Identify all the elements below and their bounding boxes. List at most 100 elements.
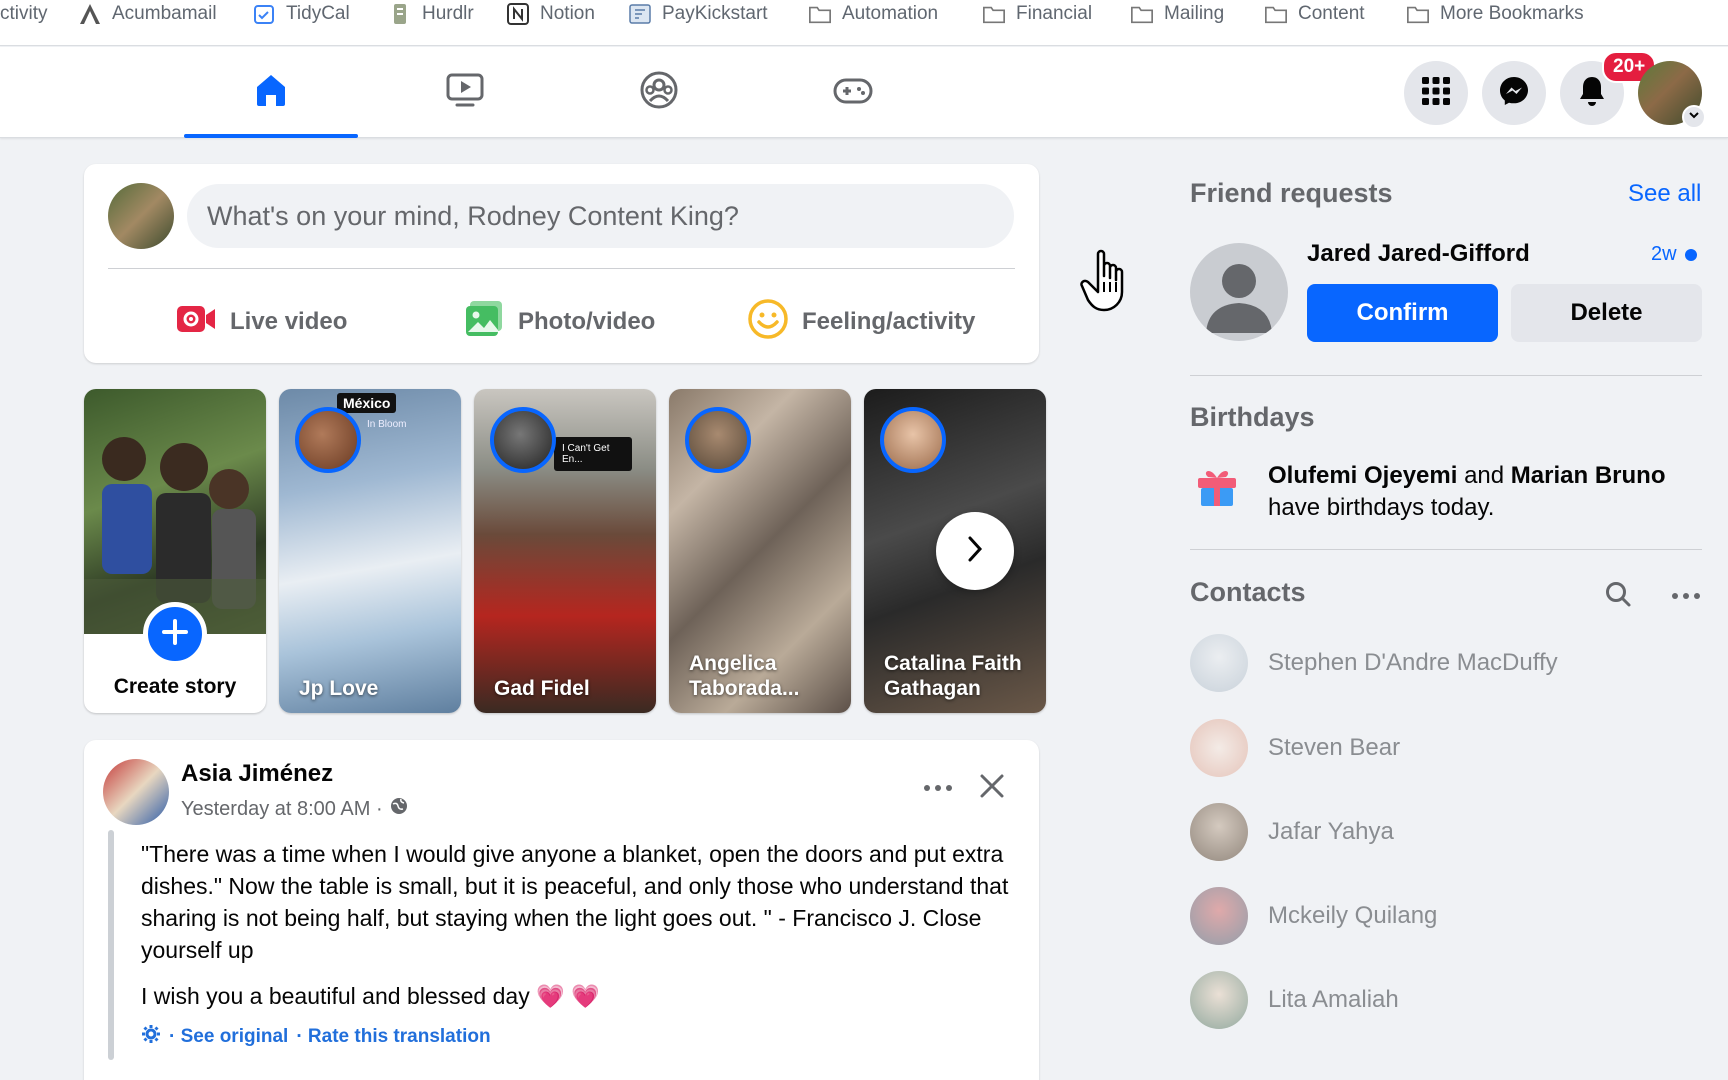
contact-item[interactable]: Lita Amaliah [1190,968,1710,1032]
chevron-right-icon [964,534,986,569]
contact-item[interactable]: Mckeily Quilang [1190,884,1710,948]
post-more-button[interactable] [916,766,960,810]
unread-dot [1684,248,1697,261]
quote-bar [108,830,114,1060]
globe-icon [389,796,409,822]
live-video-icon [176,303,216,342]
contact-item[interactable]: Stephen D'Andre MacDuffy [1190,631,1710,695]
plus-icon [161,618,189,651]
birthday-name-1[interactable]: Olufemi Ojeyemi [1268,462,1457,489]
story-avatar-ring [880,407,946,473]
rate-translation-link[interactable]: · Rate this translation [296,1026,490,1048]
live-video-button[interactable]: Live video [176,292,347,352]
contact-avatar [1190,634,1248,692]
contact-item[interactable]: Jafar Yahya [1190,800,1710,864]
post-author-avatar[interactable] [103,759,169,825]
create-story-label: Create story [113,675,237,698]
bookmark-folder-more[interactable]: More Bookmarks [1406,0,1584,28]
contacts-search-button[interactable] [1600,578,1636,614]
contact-avatar [1190,803,1248,861]
see-original-link[interactable]: · See original [169,1026,288,1048]
gear-icon [141,1024,161,1050]
contact-name: Jafar Yahya [1268,818,1394,845]
contact-avatar [1190,887,1248,945]
tab-video[interactable] [378,47,552,138]
contacts-more-button[interactable] [1666,578,1706,614]
delete-button[interactable]: Delete [1511,284,1702,342]
tab-home[interactable] [184,47,358,138]
search-icon [1604,580,1632,613]
tidycal-icon [252,3,276,25]
friend-requests-heading: Friend requests [1190,178,1393,208]
section-divider [1190,375,1702,376]
post-author-name[interactable]: Asia Jiménez [181,760,333,788]
confirm-button[interactable]: Confirm [1307,284,1498,342]
story-author-name: Catalina Faith Gathagan [884,652,1022,700]
messenger-button[interactable] [1482,61,1546,125]
translation-links: · See original · Rate this translation [141,1024,491,1050]
contact-avatar [1190,971,1248,1029]
notion-icon [506,3,530,25]
tab-gaming[interactable] [766,47,940,138]
account-menu-button[interactable] [1682,105,1706,129]
bookmark-folder-financial[interactable]: Financial [982,0,1092,28]
bookmark-tidycal[interactable]: TidyCal [252,0,350,28]
tab-groups[interactable] [572,47,746,138]
create-story-plus-button[interactable] [143,602,207,666]
grid-menu-icon [1420,75,1452,112]
post-hide-button[interactable] [970,766,1014,810]
my-avatar[interactable] [108,183,174,249]
bell-icon [1577,75,1607,112]
story-overlay-text: México [337,393,397,413]
hurdlr-icon [388,3,412,25]
story-overlay-caption: In Bloom [367,419,407,430]
smiley-icon [748,298,788,346]
section-divider [1190,549,1702,550]
photo-video-button[interactable]: Photo/video [464,292,655,352]
menu-button[interactable] [1404,61,1468,125]
stories-next-button[interactable] [936,512,1014,590]
acumbamail-icon [78,3,102,25]
contact-item[interactable]: Steven Bear [1190,716,1710,780]
contact-avatar [1190,719,1248,777]
messenger-icon [1498,75,1530,112]
story-avatar-ring [490,407,556,473]
birthday-name-2[interactable]: Marian Bruno [1511,462,1666,489]
whats-on-your-mind-input[interactable]: What's on your mind, Rodney Content King… [187,184,1014,248]
feeling-activity-button[interactable]: Feeling/activity [748,292,975,352]
bookmark-hurdlr[interactable]: Hurdlr [388,0,474,28]
story-overlay-caption: I Can't Get En... [554,437,632,471]
close-icon [979,773,1005,804]
request-name[interactable]: Jared Jared-Gifford [1307,240,1530,268]
chevron-down-icon [1688,108,1700,126]
story-card[interactable]: I Can't Get En... Gad Fidel [474,389,656,713]
story-author-name: Gad Fidel [494,677,590,700]
bookmark-folder-automation[interactable]: Automation [808,0,938,28]
bookmark-notion[interactable]: Notion [506,0,595,28]
bookmark-paykickstart[interactable]: PayKickstart [628,0,768,28]
post-text-wish: I wish you a beautiful and blessed day 💗… [141,983,600,1009]
post-composer: What's on your mind, Rodney Content King… [84,164,1039,363]
bookmark-activity[interactable]: ctivity [0,0,48,28]
birthdays-heading: Birthdays [1190,402,1315,432]
folder-icon [808,3,832,25]
bookmark-folder-mailing[interactable]: Mailing [1130,0,1224,28]
more-horizontal-icon [923,779,953,797]
request-avatar[interactable] [1190,243,1288,341]
home-icon [251,70,291,115]
story-avatar-ring [685,407,751,473]
bookmark-acumbamail[interactable]: Acumbamail [78,0,217,28]
photo-icon [464,300,504,345]
story-card[interactable]: Angelica Taborada... [669,389,851,713]
composer-divider [108,268,1015,269]
post-timestamp[interactable]: Yesterday at 8:00 AM · [181,796,409,822]
create-story-card[interactable]: Create story [84,389,266,713]
story-author-name: Angelica Taborada... [689,652,800,700]
story-author-name: Jp Love [299,677,379,700]
bookmark-folder-content[interactable]: Content [1264,0,1365,28]
hand-cursor-icon [1078,246,1142,314]
groups-icon [639,70,679,115]
story-card[interactable]: México In Bloom Jp Love [279,389,461,713]
contact-name: Lita Amaliah [1268,986,1399,1013]
see-all-link[interactable]: See all [1628,180,1701,208]
